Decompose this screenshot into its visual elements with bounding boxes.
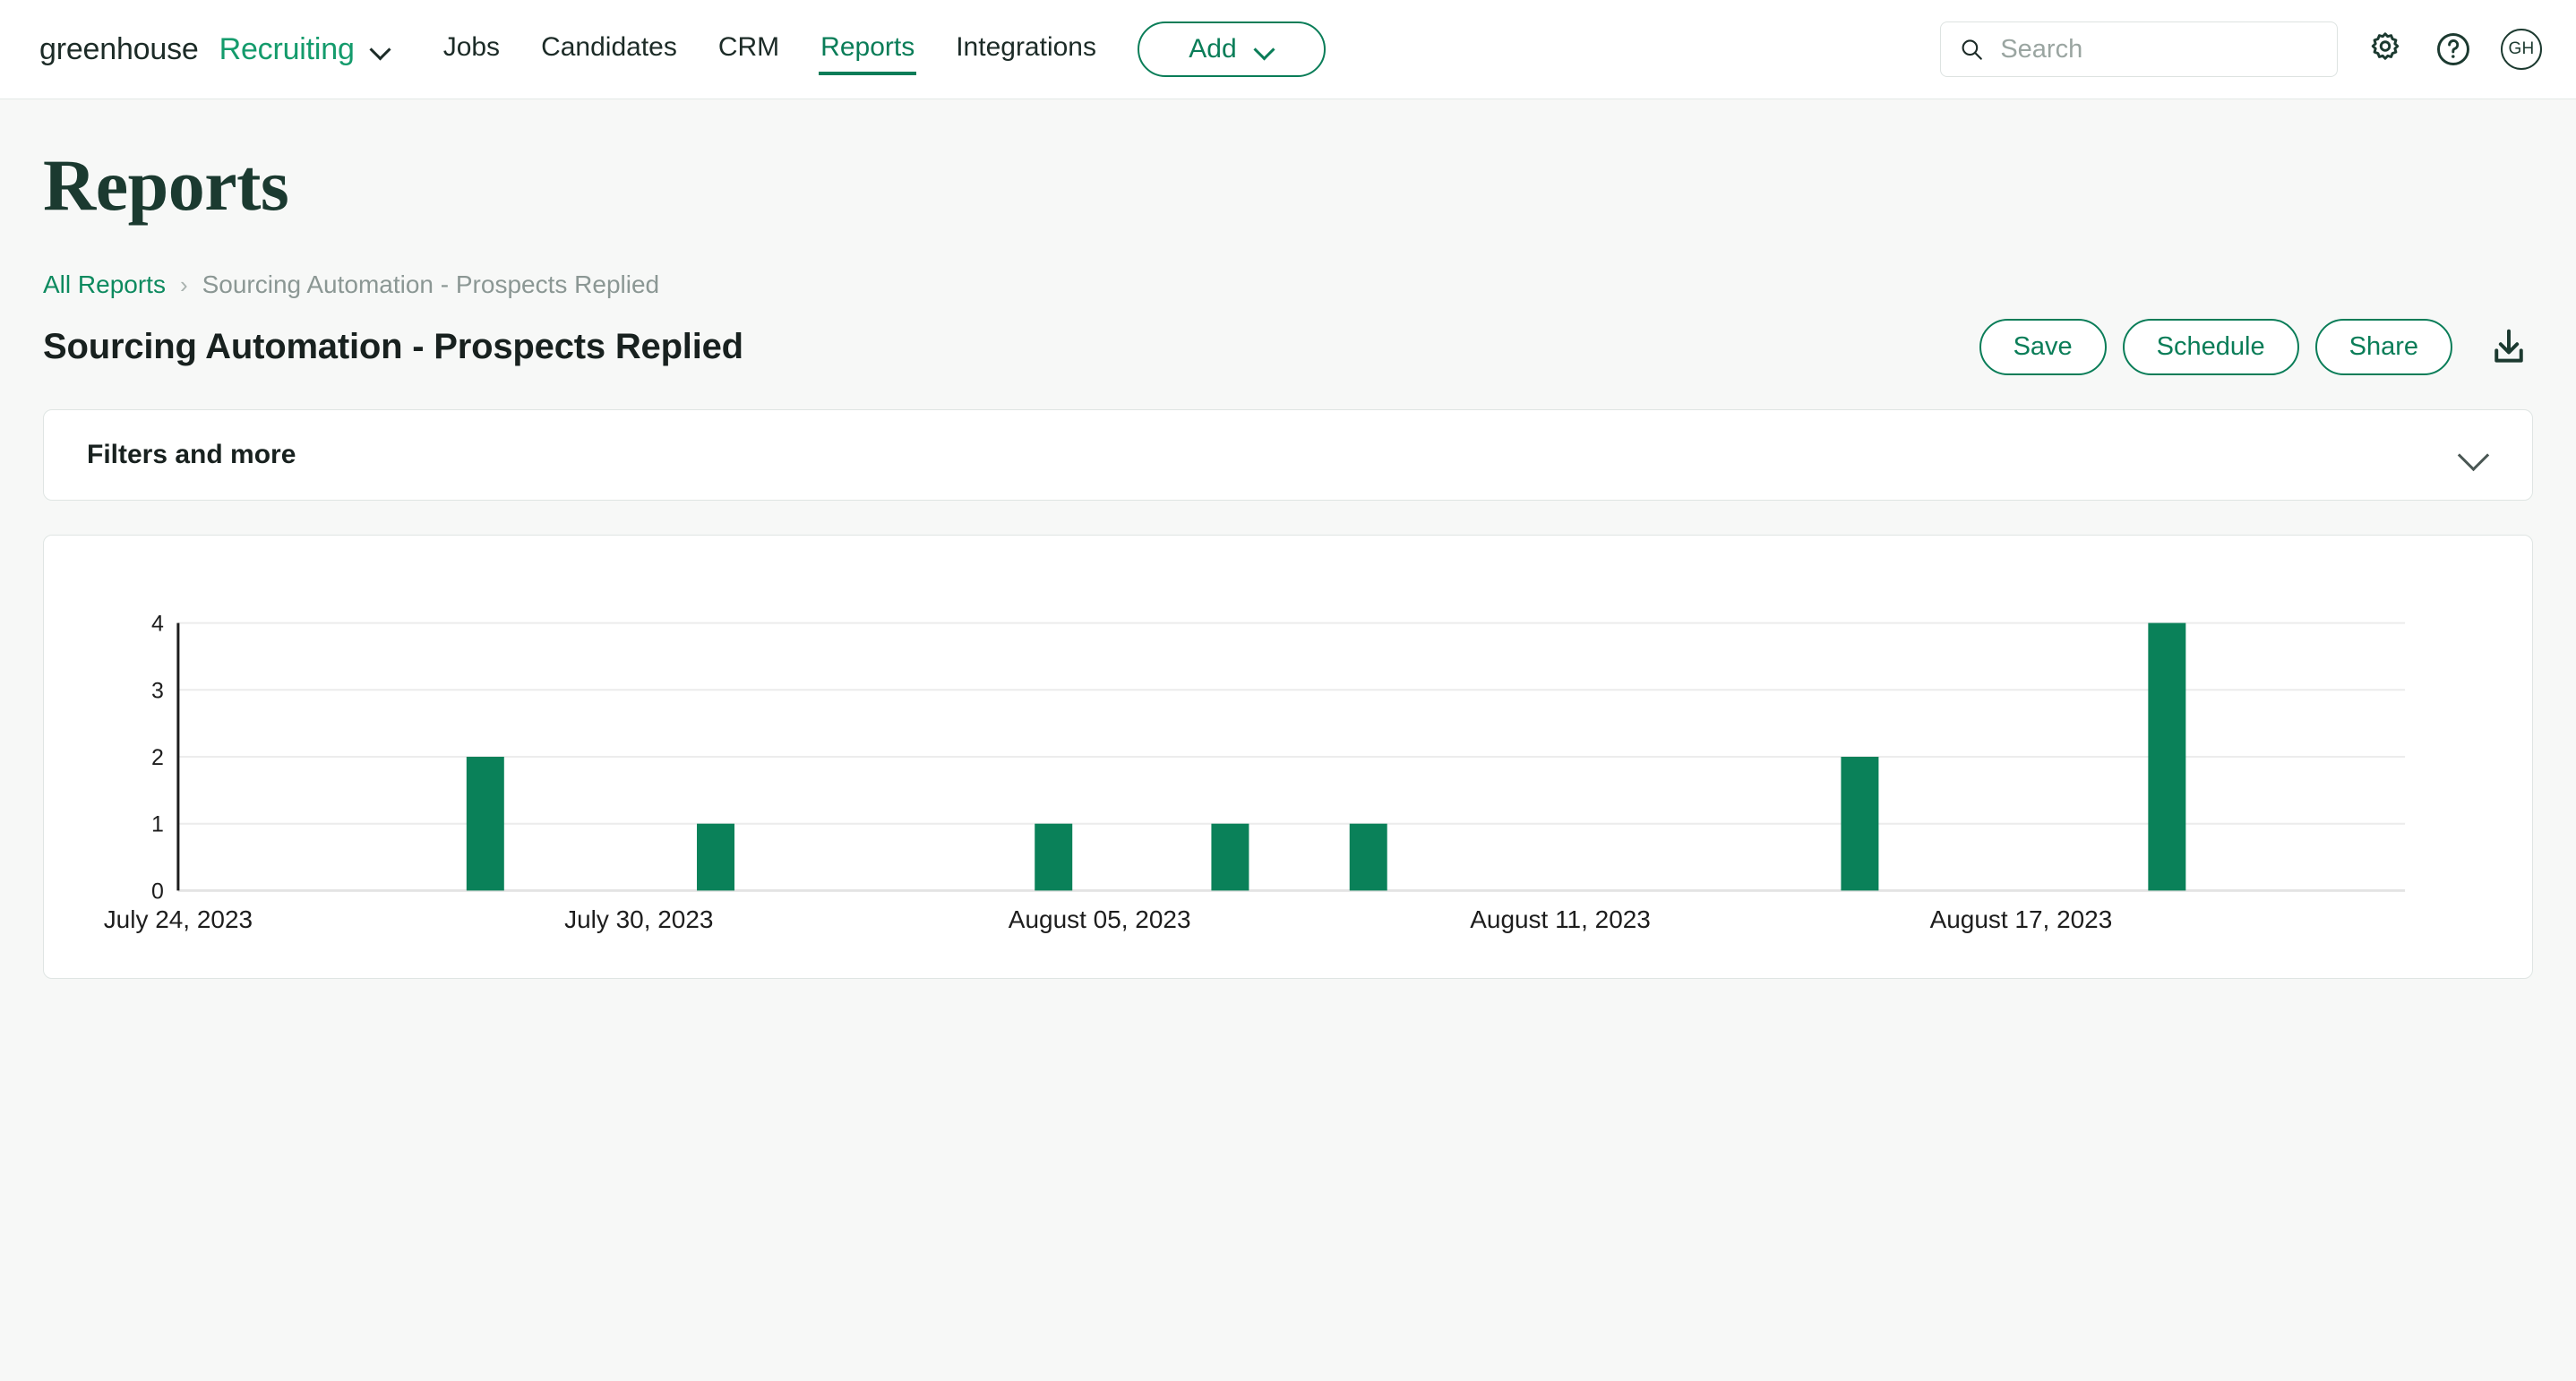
brand-name-secondary: Recruiting xyxy=(219,31,355,66)
y-axis-tick-label: 2 xyxy=(151,745,164,770)
x-axis-tick-label: August 11, 2023 xyxy=(1470,905,1651,933)
chart-gridlines xyxy=(177,622,2406,892)
bar[interactable] xyxy=(1035,823,1073,891)
brand-logo[interactable]: greenhouse Recruiting xyxy=(39,32,391,67)
filters-panel[interactable]: Filters and more xyxy=(43,409,2533,501)
help-button[interactable] xyxy=(2433,29,2474,70)
nav-item-integrations[interactable]: Integrations xyxy=(954,27,1098,72)
x-axis-tick-label: August 05, 2023 xyxy=(1009,905,1191,933)
nav-item-candidates[interactable]: Candidates xyxy=(539,27,679,72)
search-icon xyxy=(1962,39,1982,60)
schedule-button[interactable]: Schedule xyxy=(2122,319,2299,375)
x-axis-tick-label: August 17, 2023 xyxy=(1930,905,2113,933)
breadcrumb-current: Sourcing Automation - Prospects Replied xyxy=(202,270,660,298)
top-navigation-bar: greenhouse Recruiting Jobs Candidates CR… xyxy=(0,0,2576,99)
add-button-label: Add xyxy=(1189,34,1237,64)
y-axis-tick-label: 3 xyxy=(151,678,164,703)
page-body: Reports All Reports › Sourcing Automatio… xyxy=(0,143,2576,979)
filters-panel-label: Filters and more xyxy=(87,440,296,469)
download-icon xyxy=(2494,329,2523,363)
nav-item-jobs[interactable]: Jobs xyxy=(442,27,502,72)
report-header-row: Sourcing Automation - Prospects Replied … xyxy=(43,319,2533,375)
question-mark-circle-icon xyxy=(2437,33,2469,65)
chevron-down-icon xyxy=(1255,39,1275,59)
report-actions: Save Schedule Share xyxy=(1979,319,2533,375)
x-axis-tick-label: July 24, 2023 xyxy=(104,905,253,933)
avatar[interactable]: GH xyxy=(2501,29,2542,70)
chevron-down-icon[interactable] xyxy=(371,39,391,59)
search-input[interactable] xyxy=(2000,34,2319,64)
bar-chart: 0 1 2 3 4 July 24, 2023 July 30, 2023 August 0… xyxy=(44,536,2532,978)
bar[interactable] xyxy=(2148,622,2186,891)
bar[interactable] xyxy=(466,757,504,891)
search-box[interactable] xyxy=(1940,21,2338,77)
breadcrumb-separator-icon: › xyxy=(179,270,188,298)
chart-y-axis-labels: 0 1 2 3 4 xyxy=(151,612,164,905)
nav-item-reports[interactable]: Reports xyxy=(819,27,917,75)
y-axis-tick-label: 0 xyxy=(151,879,164,904)
y-axis-tick-label: 4 xyxy=(151,612,164,637)
chevron-down-icon[interactable] xyxy=(2459,440,2489,470)
download-button[interactable] xyxy=(2485,323,2533,372)
brand-name-primary: greenhouse xyxy=(39,31,199,66)
bar[interactable] xyxy=(1841,757,1879,891)
gear-icon xyxy=(2371,32,2400,60)
chart-x-axis-labels: July 24, 2023 July 30, 2023 August 05, 202… xyxy=(104,905,2113,933)
share-button[interactable]: Share xyxy=(2314,319,2452,375)
main-nav-links: Jobs Candidates CRM Reports Integrations xyxy=(442,27,1098,75)
x-axis-tick-label: July 30, 2023 xyxy=(564,905,713,933)
bar[interactable] xyxy=(1211,823,1249,891)
bar[interactable] xyxy=(697,823,734,891)
save-button[interactable]: Save xyxy=(1979,319,2107,375)
nav-item-crm[interactable]: CRM xyxy=(717,27,781,72)
breadcrumb-all-reports-link[interactable]: All Reports xyxy=(43,270,166,299)
chart-card: 0 1 2 3 4 July 24, 2023 July 30, 2023 August 0… xyxy=(43,535,2533,979)
breadcrumb: All Reports › Sourcing Automation - Pros… xyxy=(43,270,2533,299)
bar[interactable] xyxy=(1349,823,1387,891)
y-axis-tick-label: 1 xyxy=(151,812,164,837)
add-button[interactable]: Add xyxy=(1138,21,1326,77)
bar-chart-svg: 0 1 2 3 4 July 24, 2023 July 30, 2023 August 0… xyxy=(104,612,2406,933)
report-title: Sourcing Automation - Prospects Replied xyxy=(43,327,743,366)
nav-right-cluster: GH xyxy=(1940,21,2542,77)
page-title: Reports xyxy=(43,144,289,226)
settings-button[interactable] xyxy=(2365,29,2406,70)
